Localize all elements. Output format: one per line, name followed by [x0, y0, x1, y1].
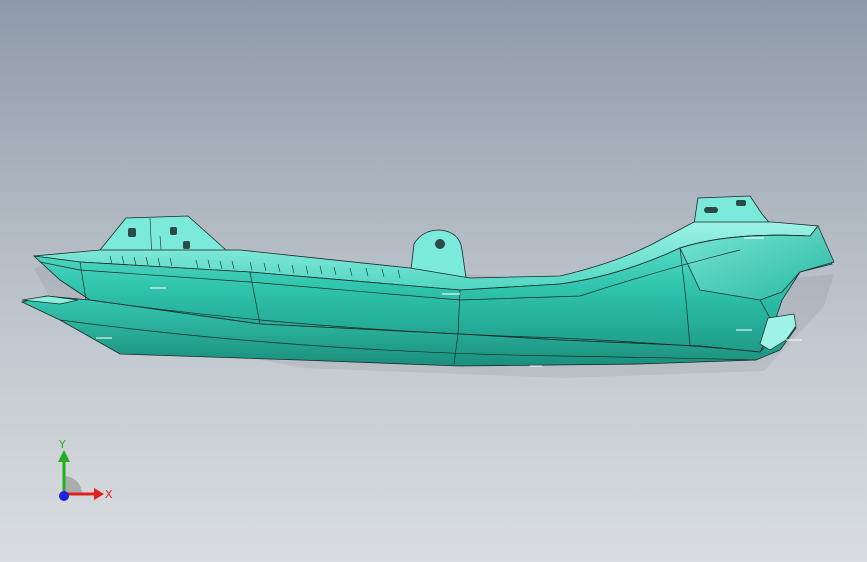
bracket-hole: [128, 228, 136, 237]
tab-hole: [435, 239, 445, 249]
tab-slot: [736, 200, 746, 206]
graphics-viewport[interactable]: Y X: [0, 0, 867, 562]
y-axis-arrow: [58, 450, 70, 462]
bracket-hole: [183, 241, 190, 249]
x-axis-label: X: [105, 488, 113, 501]
3d-part-model[interactable]: [0, 0, 867, 562]
coordinate-triad: Y X: [58, 438, 113, 501]
tab-slot: [704, 207, 718, 213]
triad-plane-arc: [64, 476, 82, 494]
y-axis-label: Y: [58, 438, 66, 451]
bracket-hole: [170, 227, 177, 235]
z-axis-dot: [59, 491, 69, 501]
x-axis-arrow: [94, 488, 104, 500]
